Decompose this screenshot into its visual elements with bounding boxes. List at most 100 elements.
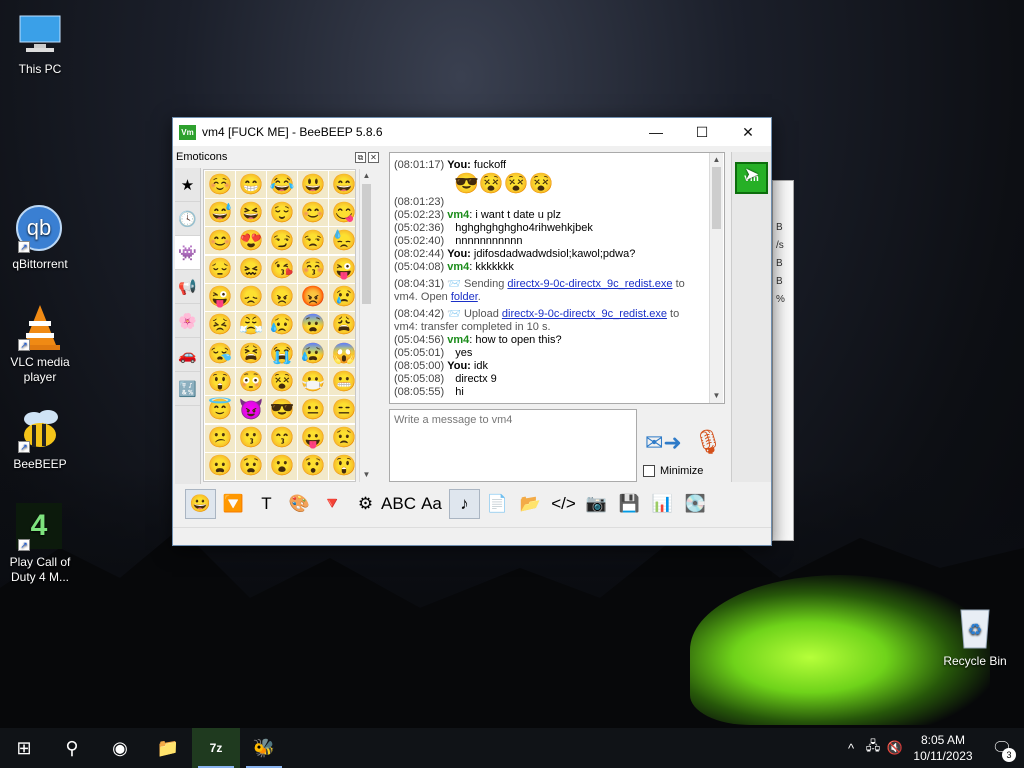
emoticon-cell[interactable]: 😵 xyxy=(267,368,297,396)
toolbar-tool-icon[interactable]: ⚙ xyxy=(350,489,381,519)
background-window[interactable]: B /s B B % xyxy=(772,180,794,541)
emoticon-cell[interactable]: 😯 xyxy=(298,452,328,480)
toolbar-tool-icon[interactable]: ABC xyxy=(381,489,416,519)
file-explorer-app[interactable]: 📁 xyxy=(144,728,192,768)
desktop-icon-cod4[interactable]: 4 ↗ Play Call of Duty 4 M... xyxy=(0,503,80,585)
chevron-up-icon[interactable]: ^ xyxy=(840,741,862,756)
desktop-icon-vlc[interactable]: ↗ VLC media player xyxy=(0,303,80,385)
maximize-button[interactable]: ☐ xyxy=(679,118,725,146)
emoticon-tab[interactable]: 🌸 xyxy=(175,304,200,338)
emoticon-cell[interactable]: 😌 xyxy=(267,199,297,227)
chat-history[interactable]: (08:01:17) You: fuckoff 😎😵😵😵 (08:01:23) (0… xyxy=(389,152,725,404)
emoticon-cell[interactable]: 😲 xyxy=(329,452,355,480)
emoticon-cell[interactable]: 😷 xyxy=(298,368,328,396)
notifications-icon[interactable]: 🗨 3 xyxy=(980,738,1024,762)
beebeep-chat-window[interactable]: Vm vm4 [FUCK ME] - BeeBEEP 5.8.6 — ☐ ✕ E… xyxy=(172,117,772,546)
emoticon-cell[interactable]: 😋 xyxy=(329,199,355,227)
emoticon-cell[interactable]: 😕 xyxy=(205,424,235,452)
emoticon-cell[interactable]: 😰 xyxy=(298,340,328,368)
emoticon-cell[interactable]: 😗 xyxy=(236,424,266,452)
emoticon-cell[interactable]: 😠 xyxy=(267,283,297,311)
emoticon-cell[interactable]: 😔 xyxy=(205,255,235,283)
emoticon-cell[interactable]: 😅 xyxy=(205,199,235,227)
file-link[interactable]: directx-9-0c-directx_9c_redist.exe xyxy=(502,308,667,320)
toolbar-tool-icon[interactable]: Aa xyxy=(416,489,447,519)
emoticon-tab[interactable]: 🚗 xyxy=(175,338,200,372)
emoticon-cell[interactable]: 😏 xyxy=(267,227,297,255)
scroll-up-icon[interactable]: ▲ xyxy=(710,153,723,167)
desktop-icon-qbittorrent[interactable]: qb ↗ qBittorrent xyxy=(0,205,80,272)
send-message-icon[interactable]: ✉➜ xyxy=(645,430,682,456)
toolbar-tool-icon[interactable]: T xyxy=(251,489,282,519)
close-panel-icon[interactable]: ✕ xyxy=(368,151,379,163)
message-input[interactable]: Write a message to vm4 xyxy=(389,409,637,482)
search-button[interactable]: ⚲ xyxy=(48,728,96,768)
emoticon-scrollbar[interactable]: ▲ ▼ xyxy=(359,169,373,482)
emoticon-cell[interactable]: 😩 xyxy=(329,311,355,339)
emoticon-cell[interactable]: 😚 xyxy=(298,255,328,283)
emoticon-cell[interactable]: 😜 xyxy=(329,255,355,283)
emoticon-cell[interactable]: 😱 xyxy=(329,340,355,368)
emoticon-cell[interactable]: 😤 xyxy=(236,311,266,339)
emoticon-cell[interactable]: 😙 xyxy=(267,424,297,452)
emoticon-cell[interactable]: 😂 xyxy=(267,171,297,198)
emoticon-tab[interactable]: ★ xyxy=(175,168,200,202)
toolbar-tool-icon[interactable]: 📊 xyxy=(647,489,678,519)
emoticon-cell[interactable]: 😟 xyxy=(329,424,355,452)
desktop-icon-recycle-bin[interactable]: ♻ Recycle Bin xyxy=(935,602,1015,669)
start-button[interactable]: ⊞ xyxy=(0,728,48,768)
emoticon-cell[interactable]: 😭 xyxy=(267,340,297,368)
emoticon-cell[interactable]: 😳 xyxy=(236,368,266,396)
emoticon-cell[interactable]: 😈 xyxy=(236,396,266,424)
float-panel-icon[interactable]: ⧉ xyxy=(355,151,366,163)
emoticon-tab[interactable]: 👾 xyxy=(175,236,200,270)
toolbar-tool-icon[interactable]: 📄 xyxy=(482,489,513,519)
emoticon-cell[interactable]: 😫 xyxy=(236,340,266,368)
emoticon-cell[interactable]: 😍 xyxy=(236,227,266,255)
chrome-app[interactable]: ◉ xyxy=(96,728,144,768)
microphone-icon[interactable]: 🎙 xyxy=(693,428,723,457)
scroll-thumb[interactable] xyxy=(712,167,721,229)
clock[interactable]: 8:05 AM 10/11/2023 xyxy=(906,732,980,764)
emoticon-cell[interactable]: 😧 xyxy=(236,452,266,480)
emoticon-cell[interactable]: 😣 xyxy=(205,311,235,339)
emoticon-cell[interactable]: 😒 xyxy=(298,227,328,255)
toolbar-tool-icon[interactable]: 🔽 xyxy=(218,489,249,519)
emoticon-cell[interactable]: 😓 xyxy=(329,227,355,255)
emoticon-cell[interactable]: 😇 xyxy=(205,396,235,424)
scroll-thumb[interactable] xyxy=(362,184,371,304)
file-link[interactable]: directx-9-0c-directx_9c_redist.exe xyxy=(507,278,672,290)
emoticon-cell[interactable]: 😁 xyxy=(236,171,266,198)
emoticon-cell[interactable]: ☺️ xyxy=(205,171,235,198)
close-button[interactable]: ✕ xyxy=(725,118,771,146)
emoticon-cell[interactable]: 😊 xyxy=(205,227,235,255)
emoticon-cell[interactable]: 😢 xyxy=(329,283,355,311)
volume-muted-icon[interactable]: 🔇 xyxy=(884,740,906,756)
emoticon-cell[interactable]: 😑 xyxy=(329,396,355,424)
emoticon-cell[interactable]: 😪 xyxy=(205,340,235,368)
scroll-down-icon[interactable]: ▼ xyxy=(710,389,723,403)
toolbar-tool-icon[interactable]: 💾 xyxy=(614,489,645,519)
toolbar-tool-icon[interactable]: 🔻 xyxy=(317,489,348,519)
minimize-checkbox[interactable]: Minimize xyxy=(643,465,703,477)
emoticon-cell[interactable]: 😊 xyxy=(298,199,328,227)
emoticon-cell[interactable]: 😛 xyxy=(298,424,328,452)
network-icon[interactable]: 🖧 xyxy=(862,737,884,759)
scroll-up-icon[interactable]: ▲ xyxy=(360,169,373,183)
emoticon-cell[interactable]: 😎 xyxy=(267,396,297,424)
beebeep-app[interactable]: 🐝 xyxy=(240,728,288,768)
chat-scrollbar[interactable]: ▲ ▼ xyxy=(709,153,723,403)
emoticon-cell[interactable]: 😥 xyxy=(267,311,297,339)
desktop-icon-beebeep[interactable]: ↗ BeeBEEP xyxy=(0,405,80,472)
checkbox-box[interactable] xyxy=(643,465,655,477)
toolbar-tool-icon[interactable]: 📂 xyxy=(515,489,546,519)
open-folder-link[interactable]: folder xyxy=(451,291,478,303)
emoticon-cell[interactable]: 😡 xyxy=(298,283,328,311)
emoticon-cell[interactable]: 😬 xyxy=(329,368,355,396)
desktop-icon-this-pc[interactable]: This PC xyxy=(0,10,80,77)
emoticon-cell[interactable]: 😦 xyxy=(205,452,235,480)
emoticon-cell[interactable]: 😜 xyxy=(205,283,235,311)
minimize-button[interactable]: — xyxy=(633,118,679,146)
emoticon-cell[interactable]: 😄 xyxy=(329,171,355,198)
emoticon-cell[interactable]: 😨 xyxy=(298,311,328,339)
